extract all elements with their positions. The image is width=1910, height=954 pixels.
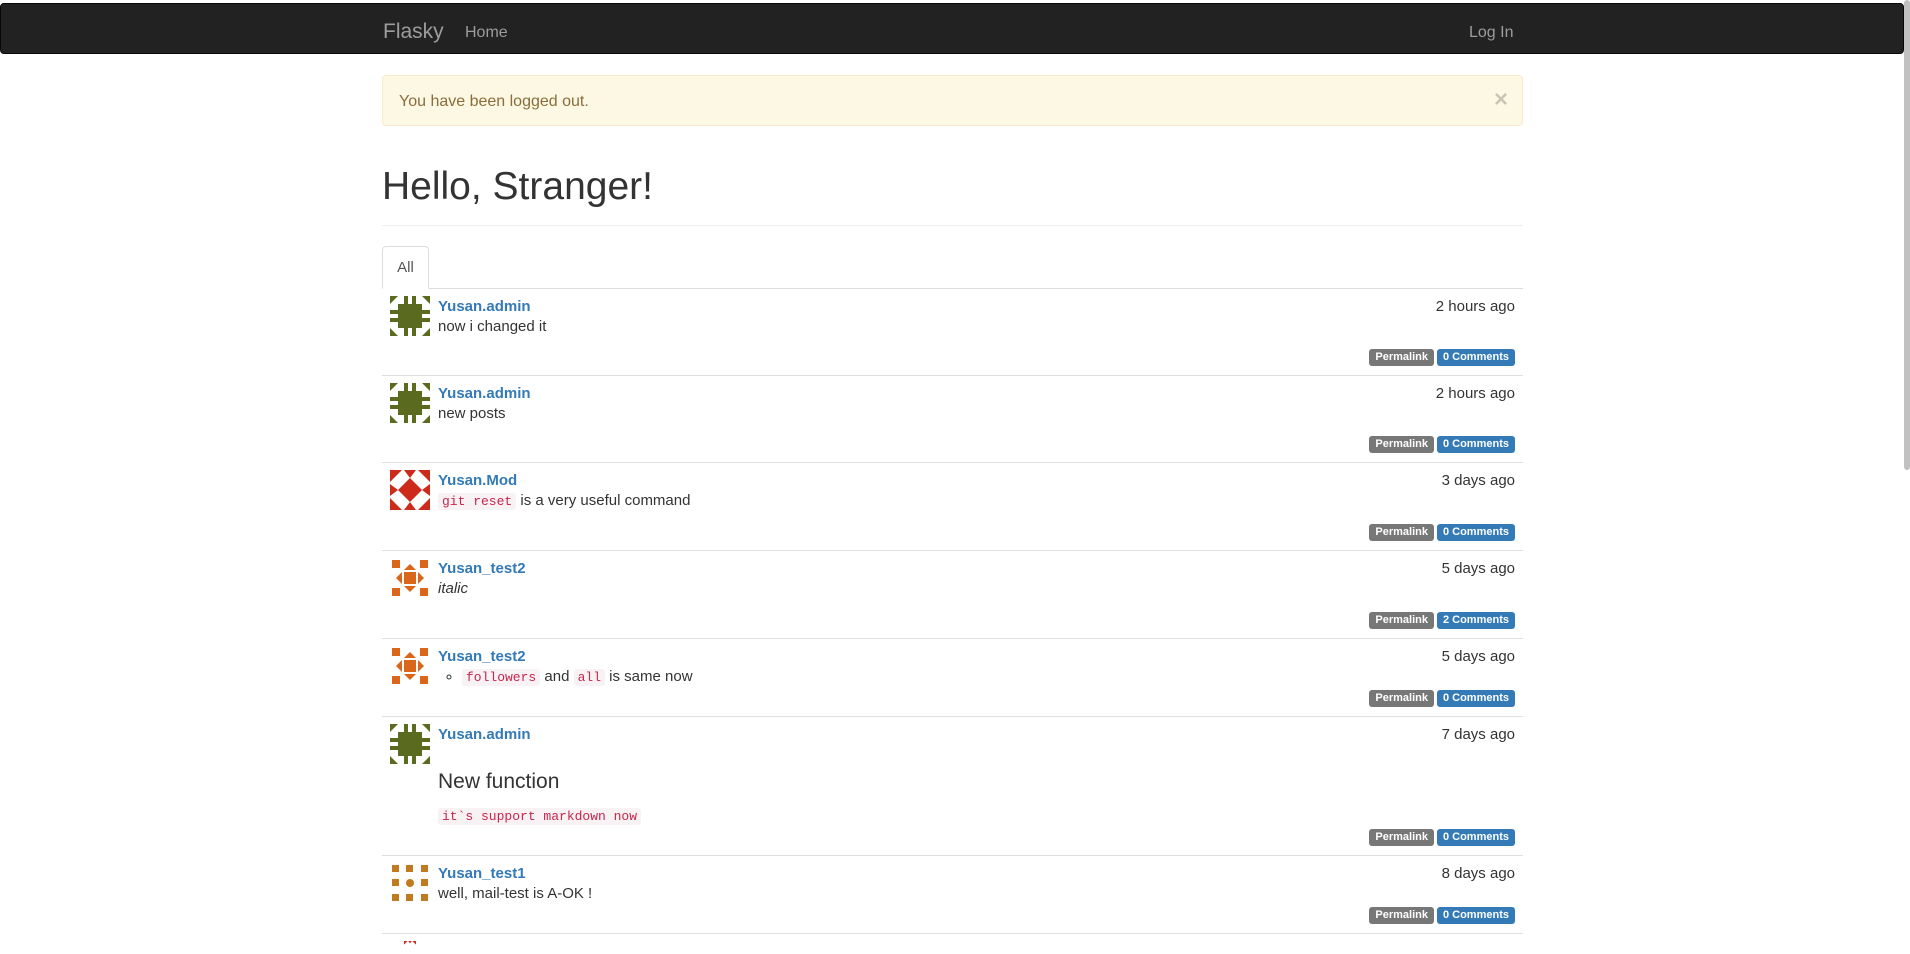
tab-all[interactable]: All [382, 246, 429, 289]
user-avatar[interactable] [390, 296, 430, 336]
permalink-button[interactable]: Permalink [1369, 349, 1434, 366]
page-title: Hello, Stranger! [382, 165, 653, 208]
post-item: Yusan.admin 2 hours ago now i changed it… [382, 289, 1523, 376]
user-avatar[interactable] [390, 941, 430, 953]
user-avatar[interactable] [390, 383, 430, 423]
post-body: git reset is a very useful command [438, 491, 690, 512]
post-footer: Permalink 0 Comments [1369, 829, 1515, 846]
post-author-link[interactable]: Yusan.admin [438, 384, 531, 404]
post-author-link[interactable]: Yusan_test2 [438, 559, 526, 579]
alert-message: You have been logged out. [399, 93, 589, 110]
comments-button[interactable]: 2 Comments [1436, 612, 1515, 629]
post-item: Yusan_test2 5 days ago followers and all… [382, 639, 1523, 717]
user-avatar[interactable] [390, 558, 430, 598]
user-avatar[interactable] [390, 724, 430, 764]
comments-button[interactable]: 0 Comments [1436, 829, 1515, 846]
inline-code: followers [462, 669, 541, 686]
post-body: new posts [438, 405, 506, 422]
user-avatar[interactable] [390, 470, 430, 510]
alert-close-icon[interactable]: × [1494, 88, 1508, 112]
page-header: Hello, Stranger! [382, 160, 1523, 226]
post-author-link[interactable]: Yusan_test1 [438, 864, 526, 884]
post-footer: Permalink 2 Comments [1369, 612, 1515, 629]
user-avatar[interactable] [390, 646, 430, 686]
post-item: Yusan.admin 7 days ago New function it`s… [382, 717, 1523, 856]
post-author-link[interactable]: Yusan_test2 [438, 647, 526, 667]
inline-code: all [573, 669, 605, 686]
post-date: 5 days ago [1441, 648, 1515, 665]
post-footer: Permalink 0 Comments [1369, 690, 1515, 707]
post-author-link[interactable]: Yusan.admin [438, 725, 531, 745]
permalink-button[interactable]: Permalink [1369, 907, 1434, 924]
post-item: Yusan.Mod 3 days ago git reset is a very… [382, 463, 1523, 551]
permalink-button[interactable]: Permalink [1369, 524, 1434, 541]
post-code-line: it`s support markdown now [438, 805, 642, 827]
post-body-text: is a very useful command [516, 492, 691, 509]
post-footer: Permalink 0 Comments [1369, 349, 1515, 366]
post-item [382, 934, 1523, 954]
user-avatar[interactable] [390, 863, 430, 903]
post-footer: Permalink 0 Comments [1369, 524, 1515, 541]
comments-button[interactable]: 0 Comments [1436, 907, 1515, 924]
comments-button[interactable]: 0 Comments [1436, 349, 1515, 366]
post-list: Yusan.admin 2 hours ago now i changed it… [382, 289, 1523, 954]
post-body: now i changed it [438, 318, 547, 335]
post-body-list: followers and all is same now [438, 667, 693, 688]
nav-login-link[interactable]: Log In [1469, 23, 1513, 43]
inline-code: it`s support markdown now [438, 808, 642, 825]
post-tabs: All [382, 246, 1523, 289]
inline-code: git reset [438, 493, 517, 510]
post-date: 7 days ago [1441, 726, 1515, 743]
post-body-text: and [540, 668, 574, 685]
post-date: 2 hours ago [1435, 385, 1515, 402]
page-scrollbar[interactable] [1904, 0, 1910, 470]
post-body: italic [438, 580, 469, 597]
permalink-button[interactable]: Permalink [1369, 436, 1434, 453]
comments-button[interactable]: 0 Comments [1436, 524, 1515, 541]
post-item: Yusan_test1 8 days ago well, mail-test i… [382, 856, 1523, 934]
comments-button[interactable]: 0 Comments [1436, 436, 1515, 453]
list-item: followers and all is same now [462, 667, 693, 688]
post-heading: New function [438, 770, 560, 793]
post-footer: Permalink 0 Comments [1369, 907, 1515, 924]
post-item: Yusan.admin 2 hours ago new posts Permal… [382, 376, 1523, 463]
post-date: 5 days ago [1441, 560, 1515, 577]
post-body: well, mail-test is A-OK ! [438, 885, 593, 902]
permalink-button[interactable]: Permalink [1369, 829, 1434, 846]
logout-alert: You have been logged out. × [382, 75, 1523, 126]
navbar: Flasky Home Log In [0, 3, 1904, 54]
nav-home-link[interactable]: Home [465, 23, 508, 43]
permalink-button[interactable]: Permalink [1369, 612, 1434, 629]
comments-button[interactable]: 0 Comments [1436, 690, 1515, 707]
post-body-text: is same now [605, 668, 693, 685]
post-date: 8 days ago [1441, 865, 1515, 882]
permalink-button[interactable]: Permalink [1369, 690, 1434, 707]
post-author-link[interactable]: Yusan.Mod [438, 471, 517, 491]
post-author-link[interactable]: Yusan.admin [438, 297, 531, 317]
post-item: Yusan_test2 5 days ago italic Permalink … [382, 551, 1523, 639]
post-date: 3 days ago [1441, 472, 1515, 489]
post-date: 2 hours ago [1435, 298, 1515, 315]
brand-link[interactable]: Flasky [383, 20, 444, 44]
post-footer: Permalink 0 Comments [1369, 436, 1515, 453]
